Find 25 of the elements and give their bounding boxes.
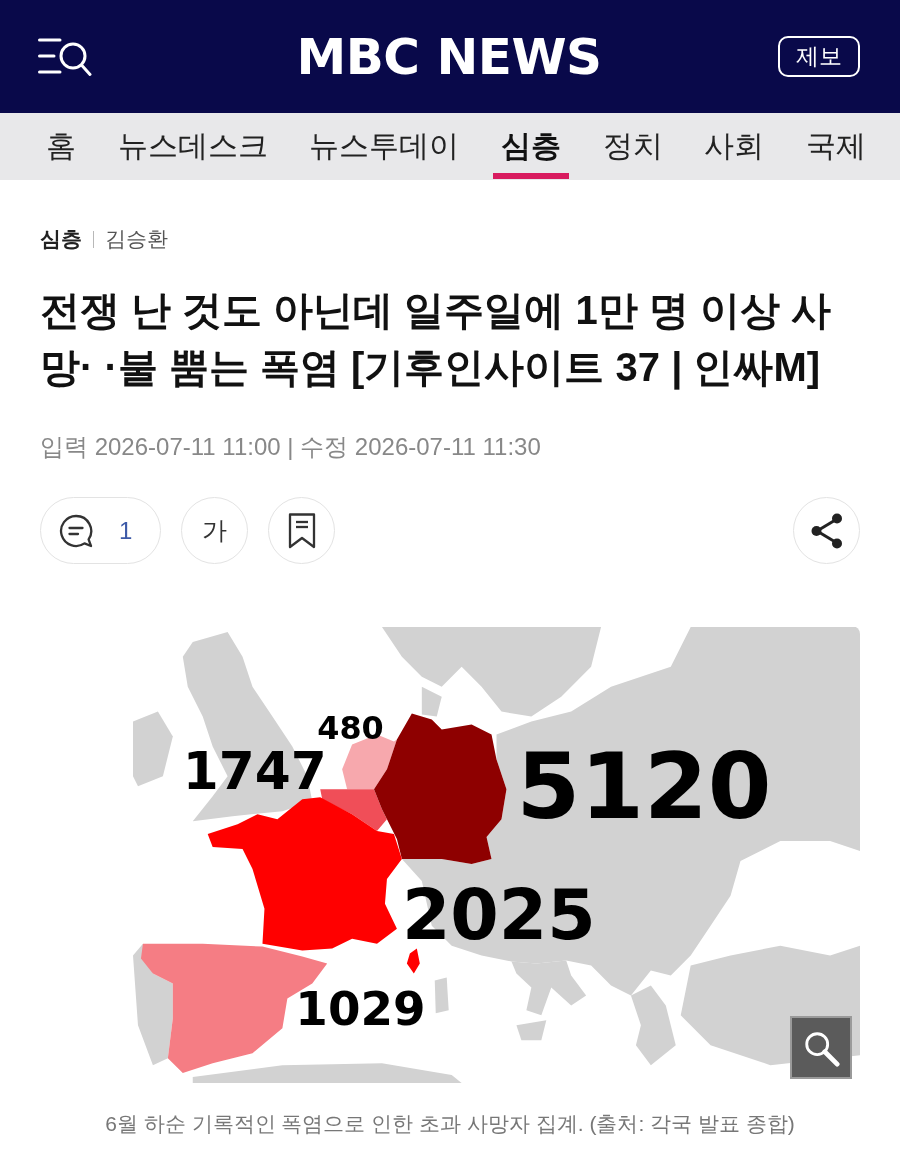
- article-title: 전쟁 난 것도 아닌데 일주일에 1만 명 이상 사망· ·불 뿜는 폭염 [기후인사이트 37 | 인싸M]: [40, 287, 833, 392]
- nav-tab[interactable]: 뉴스투데이: [301, 113, 468, 180]
- nav-tab[interactable]: 홈: [38, 113, 84, 180]
- nav-tab[interactable]: 뉴스데스크: [109, 113, 276, 180]
- author-name: 김승환: [105, 226, 168, 252]
- bookmark-icon: [287, 512, 316, 549]
- count-label: 1029: [295, 982, 426, 1037]
- report-button[interactable]: 제보: [778, 36, 860, 77]
- comment-icon: [59, 513, 93, 548]
- image-caption: 6월 하순 기록적인 폭염으로 인한 초과 사망자 집계. (출처: 각국 발표 종합): [104, 1111, 796, 1137]
- category-link[interactable]: 심층: [40, 225, 82, 253]
- nav-tab[interactable]: 사회: [696, 113, 773, 180]
- zoom-button[interactable]: [790, 1016, 852, 1079]
- land-shape: [516, 1020, 547, 1041]
- logo[interactable]: MBC NEWS: [296, 31, 602, 82]
- font-size-button[interactable]: 가: [181, 497, 248, 564]
- nav-tab[interactable]: 정치: [594, 113, 671, 180]
- share-icon: [810, 512, 843, 549]
- count-label: 5120: [516, 733, 772, 841]
- nav-tab[interactable]: 국제: [797, 113, 874, 180]
- nav-tab[interactable]: 심층: [492, 113, 569, 180]
- comment-button[interactable]: 1: [40, 497, 161, 564]
- menu-search-icon[interactable]: [38, 36, 92, 77]
- article-dates: 입력 2026-07-11 11:00 | 수정 2026-07-11 11:30: [40, 432, 542, 462]
- count-label: 2025: [401, 873, 596, 955]
